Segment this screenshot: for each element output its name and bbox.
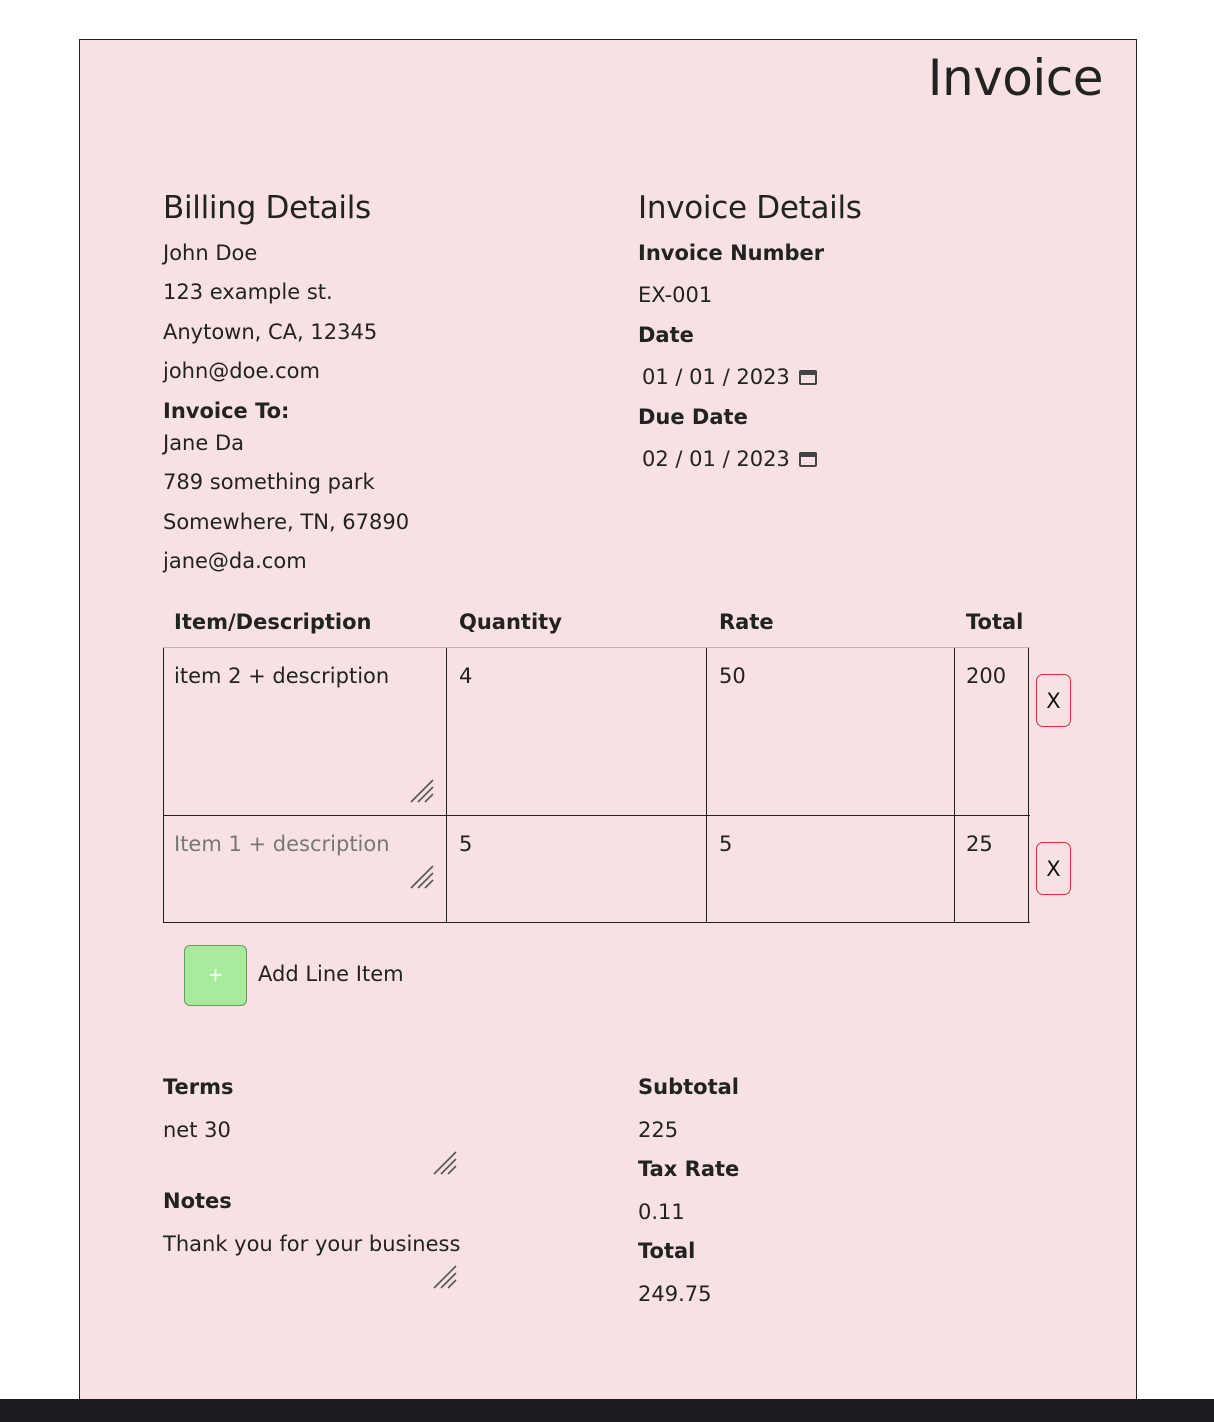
date-label: Date [638,323,694,347]
column-divider [446,648,447,923]
page-title: Invoice [927,49,1104,107]
calendar-icon[interactable] [798,449,820,469]
total-value: 249.75 [638,1282,712,1306]
to-street-field[interactable]: 789 something park [163,469,375,495]
row-2-quantity-field[interactable]: 5 [459,831,472,857]
to-city-field[interactable]: Somewhere, TN, 67890 [163,509,409,535]
add-line-item-button[interactable]: + [184,945,247,1006]
bottom-bar [0,1399,1214,1422]
row-1-total: 200 [966,664,1007,688]
invoice-details-heading: Invoice Details [638,190,862,226]
column-divider [706,648,707,923]
row-2-description-textarea[interactable]: Item 1 + description [174,831,390,857]
billing-heading: Billing Details [163,190,371,226]
resize-handle-icon[interactable] [409,778,435,804]
tax-rate-label: Tax Rate [638,1157,740,1181]
column-divider [1028,648,1029,923]
add-line-item-label: Add Line Item [258,962,404,986]
calendar-icon[interactable] [798,367,820,387]
from-city-field[interactable]: Anytown, CA, 12345 [163,319,377,345]
invoice-sheet: Invoice Billing Details John Doe 123 exa… [79,39,1137,1411]
row-1-delete-button[interactable]: X [1036,674,1071,727]
to-email-field[interactable]: jane@da.com [163,548,307,574]
header-rate: Rate [719,610,774,634]
row-1-rate-field[interactable]: 50 [719,663,746,689]
subtotal-value: 225 [638,1118,679,1142]
due-date-label: Due Date [638,405,748,429]
row-2-rate-field[interactable]: 5 [719,831,732,857]
plus-icon: + [208,961,223,989]
invoice-number-field[interactable]: EX-001 [638,282,712,308]
column-divider [163,648,164,923]
invoice-to-label: Invoice To: [163,399,290,423]
date-input[interactable]: 01 / 01 / 2023 [642,364,820,390]
tax-rate-field[interactable]: 0.11 [638,1199,685,1225]
row-1-description-textarea[interactable]: item 2 + description [174,663,389,689]
resize-handle-icon[interactable] [432,1150,458,1176]
notes-label: Notes [163,1189,232,1213]
resize-handle-icon[interactable] [432,1264,458,1290]
resize-handle-icon[interactable] [409,864,435,890]
subtotal-label: Subtotal [638,1075,739,1099]
from-street-field[interactable]: 123 example st. [163,279,333,305]
invoice-number-label: Invoice Number [638,241,825,265]
notes-textarea[interactable]: Thank you for your business [163,1231,460,1257]
row-1-quantity-field[interactable]: 4 [459,663,472,689]
total-label: Total [638,1239,696,1263]
terms-label: Terms [163,1075,234,1099]
table-header-divider [163,647,1030,648]
from-name-field[interactable]: John Doe [163,240,257,266]
from-email-field[interactable]: john@doe.com [163,358,320,384]
header-item-description: Item/Description [174,610,372,634]
row-divider [163,815,1030,816]
header-quantity: Quantity [459,610,562,634]
row-2-total: 25 [966,832,993,856]
row-2-delete-button[interactable]: X [1036,842,1071,895]
to-name-field[interactable]: Jane Da [163,430,244,456]
table-bottom-border [163,922,1030,923]
due-date-input[interactable]: 02 / 01 / 2023 [642,446,820,472]
column-divider [954,648,955,923]
header-total: Total [966,610,1024,634]
terms-textarea[interactable]: net 30 [163,1117,231,1143]
